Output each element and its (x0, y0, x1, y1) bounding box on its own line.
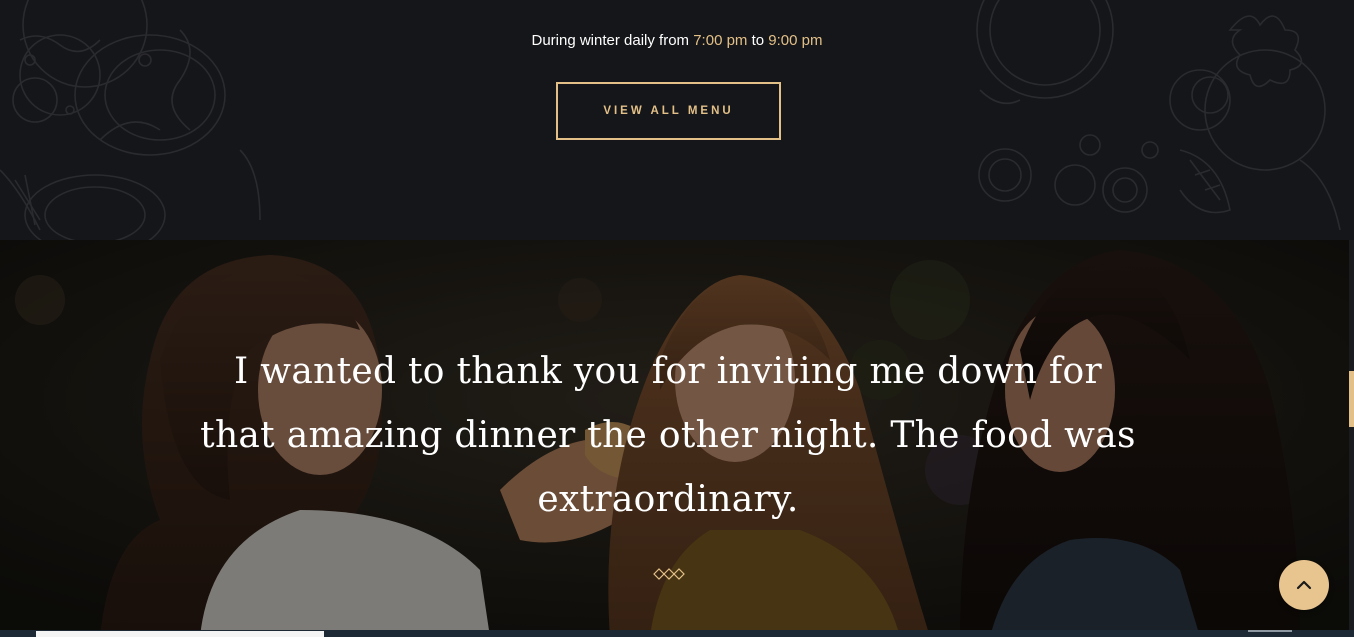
footer-text-edge (1248, 630, 1292, 632)
hours-middle: to (747, 32, 769, 49)
testimonial-quote: I wanted to thank you for inviting me do… (200, 351, 1136, 520)
view-all-menu-button[interactable]: VIEW ALL MENU (556, 82, 781, 140)
diamond-divider-icon (653, 568, 685, 580)
chevron-up-icon (1296, 580, 1312, 590)
hours-end-time: 9:00 pm (768, 32, 823, 49)
menu-hours-section: During winter daily from 7:00 pm to 9:00… (0, 0, 1354, 240)
footer-edge (0, 630, 1354, 637)
side-scroll-tab[interactable] (1349, 371, 1354, 427)
back-to-top-button[interactable] (1279, 560, 1329, 610)
testimonial-section: I wanted to thank you for inviting me do… (0, 240, 1349, 637)
footer-panel-edge (36, 631, 324, 637)
winter-hours-text: During winter daily from 7:00 pm to 9:00… (0, 31, 1354, 51)
hours-prefix: During winter daily from (531, 32, 694, 49)
scroll-track (1349, 240, 1354, 637)
hours-start-time: 7:00 pm (693, 32, 748, 49)
